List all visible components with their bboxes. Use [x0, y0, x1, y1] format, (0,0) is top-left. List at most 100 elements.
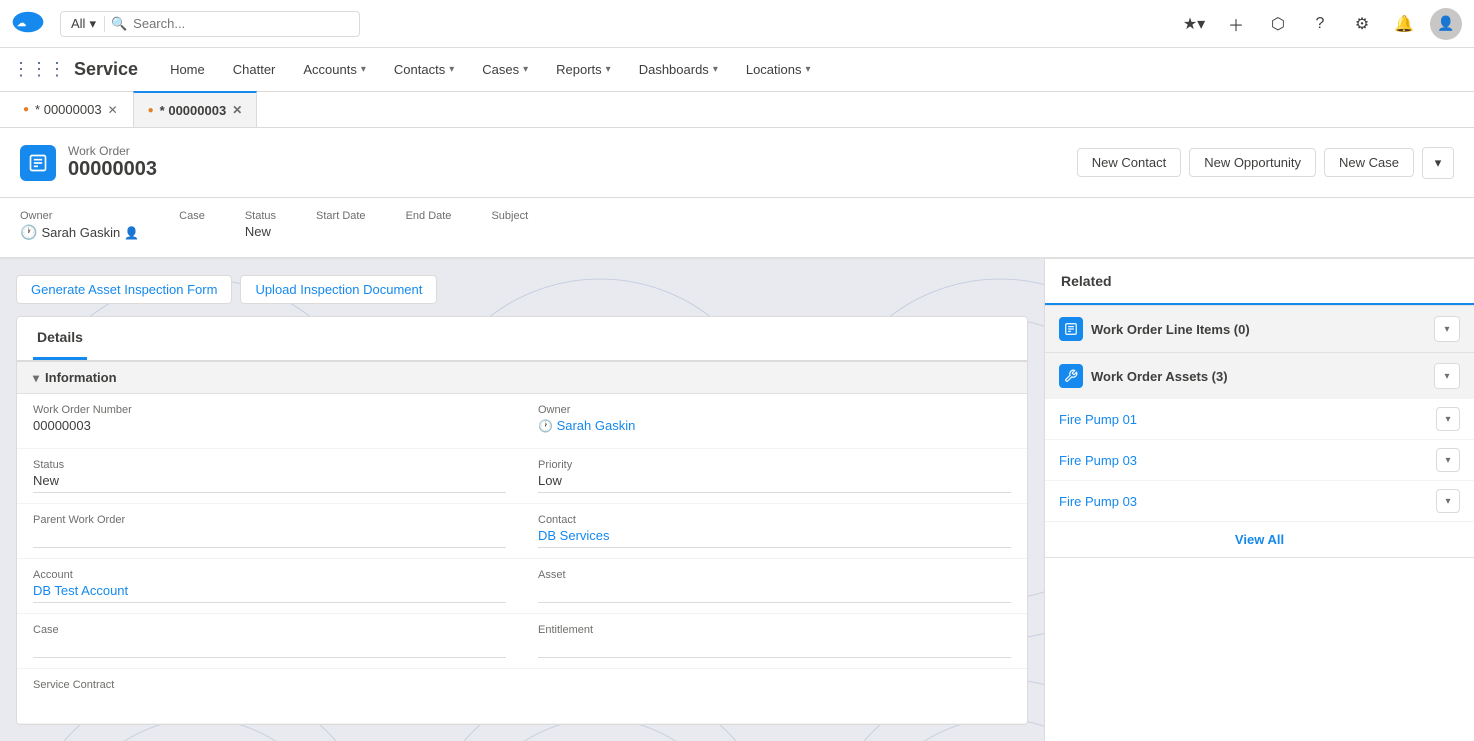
search-type-selector[interactable]: All ▾: [71, 16, 105, 32]
search-type-label: All: [71, 16, 85, 31]
action-buttons-row: Generate Asset Inspection Form Upload In…: [16, 275, 1028, 304]
owner-link[interactable]: Sarah Gaskin: [41, 225, 120, 240]
setup-gear-icon[interactable]: ⚙: [1346, 8, 1378, 40]
related-assets-header[interactable]: Work Order Assets (3) ▾: [1045, 353, 1474, 399]
related-header-container: Related: [1045, 259, 1474, 306]
asset-link-1[interactable]: Fire Pump 03: [1059, 453, 1137, 468]
nav-item-chatter[interactable]: Chatter: [221, 48, 288, 92]
case-label: Case: [179, 210, 205, 222]
search-input[interactable]: [133, 16, 349, 31]
assets-label: Work Order Assets (3): [1091, 369, 1228, 384]
start-date-label: Start Date: [316, 210, 366, 222]
search-type-chevron[interactable]: ▾: [89, 16, 96, 32]
detail-account-label: Account: [33, 569, 506, 581]
section-toggle[interactable]: ▾: [33, 371, 39, 385]
asset-link-0[interactable]: Fire Pump 01: [1059, 412, 1137, 427]
owner-change-icon[interactable]: 👤: [124, 226, 139, 240]
line-items-dropdown[interactable]: ▾: [1434, 316, 1460, 342]
detail-account-value[interactable]: DB Test Account: [33, 583, 506, 603]
detail-status-value[interactable]: New: [33, 473, 506, 493]
field-status: Status New: [245, 210, 276, 241]
details-tabs-bar: Details: [17, 317, 1027, 362]
assets-dropdown[interactable]: ▾: [1434, 363, 1460, 389]
reports-chevron: ▾: [606, 64, 611, 75]
detail-owner-label: Owner: [538, 404, 1011, 416]
nav-item-cases[interactable]: Cases ▾: [470, 48, 540, 92]
salesforce-logo[interactable]: ☁: [12, 6, 44, 41]
detail-parent-wo-value[interactable]: [33, 528, 506, 548]
detail-empty-right: [522, 669, 1027, 724]
tab-label-2: * 00000003: [160, 103, 227, 118]
detail-asset-value[interactable]: [538, 583, 1011, 603]
notifications-icon[interactable]: 🔔: [1388, 8, 1420, 40]
nav-item-home[interactable]: Home: [158, 48, 217, 92]
app-name: Service: [74, 59, 138, 80]
add-icon[interactable]: ＋: [1220, 8, 1252, 40]
new-contact-button[interactable]: New Contact: [1077, 148, 1181, 177]
tab-wo-2[interactable]: ● * 00000003 ✕: [133, 91, 258, 127]
app-navigation: ⋮⋮⋮ Service Home Chatter Accounts ▾ Cont…: [0, 48, 1474, 92]
nav-item-reports[interactable]: Reports ▾: [544, 48, 623, 92]
tab-close-2[interactable]: ✕: [232, 103, 242, 117]
asset-item-dropdown-1[interactable]: ▾: [1436, 448, 1460, 472]
cases-chevron: ▾: [523, 64, 528, 75]
user-avatar[interactable]: 👤: [1430, 8, 1462, 40]
tab-modified-dot-2: ●: [148, 105, 154, 116]
search-icon: 🔍: [111, 16, 127, 32]
owner-icon-small: 🕐: [538, 419, 553, 433]
tab-wo-1[interactable]: ● * 00000003 ✕: [8, 91, 133, 127]
detail-entitlement-value[interactable]: [538, 638, 1011, 658]
generate-form-button[interactable]: Generate Asset Inspection Form: [16, 275, 232, 304]
detail-wo-number-value: 00000003: [33, 418, 506, 438]
detail-priority-label: Priority: [538, 459, 1011, 471]
detail-sc-label: Service Contract: [33, 679, 506, 691]
tab-details[interactable]: Details: [33, 317, 87, 360]
detail-contact: Contact DB Services ✎: [522, 504, 1027, 559]
asset-item-2: Fire Pump 03 ▾: [1045, 481, 1474, 522]
asset-item-dropdown-0[interactable]: ▾: [1436, 407, 1460, 431]
detail-contact-value[interactable]: DB Services: [538, 528, 1011, 548]
end-date-label: End Date: [406, 210, 452, 222]
wo-title-group: Work Order 00000003: [68, 144, 157, 181]
detail-asset-label: Asset: [538, 569, 1011, 581]
detail-asset: Asset ✎: [522, 559, 1027, 614]
dashboards-chevron: ▾: [713, 64, 718, 75]
line-items-label: Work Order Line Items (0): [1091, 322, 1250, 337]
help-icon[interactable]: ?: [1304, 8, 1336, 40]
upload-doc-button[interactable]: Upload Inspection Document: [240, 275, 437, 304]
detail-service-contract: Service Contract: [17, 669, 522, 724]
line-items-icon: [1059, 317, 1083, 341]
detail-parent-wo: Parent Work Order ✎: [17, 504, 522, 559]
setup-switcher-icon[interactable]: ⬡: [1262, 8, 1294, 40]
top-navigation: ☁ All ▾ 🔍 ★▾ ＋ ⬡ ? ⚙ 🔔 👤: [0, 0, 1474, 48]
detail-owner-value[interactable]: 🕐 Sarah Gaskin: [538, 418, 1011, 438]
new-opportunity-button[interactable]: New Opportunity: [1189, 148, 1316, 177]
related-tab[interactable]: Related: [1045, 259, 1474, 305]
field-owner: Owner 🕐 Sarah Gaskin 👤: [20, 210, 139, 241]
header-more-actions-button[interactable]: ▾: [1422, 147, 1454, 179]
nav-item-contacts[interactable]: Contacts ▾: [382, 48, 466, 92]
detail-sc-value: [33, 693, 506, 713]
status-value: New: [245, 224, 276, 239]
work-order-icon: [20, 145, 56, 181]
view-all-assets[interactable]: View All: [1045, 522, 1474, 557]
asset-item-dropdown-2[interactable]: ▾: [1436, 489, 1460, 513]
nav-item-accounts[interactable]: Accounts ▾: [291, 48, 378, 92]
tab-close-1[interactable]: ✕: [108, 103, 118, 117]
new-case-button[interactable]: New Case: [1324, 148, 1414, 177]
nav-item-dashboards[interactable]: Dashboards ▾: [627, 48, 730, 92]
nav-item-locations[interactable]: Locations ▾: [734, 48, 823, 92]
favorites-icon[interactable]: ★▾: [1178, 8, 1210, 40]
tab-modified-dot-1: ●: [23, 104, 29, 115]
related-line-items-header[interactable]: Work Order Line Items (0) ▾: [1045, 306, 1474, 352]
related-line-items-left: Work Order Line Items (0): [1059, 317, 1250, 341]
detail-priority-value[interactable]: Low: [538, 473, 1011, 493]
right-panel: Related Work Order Line Items (0) ▾: [1044, 259, 1474, 741]
detail-wo-number-label: Work Order Number: [33, 404, 506, 416]
global-search-bar[interactable]: All ▾ 🔍: [60, 11, 360, 37]
detail-case-value[interactable]: [33, 638, 506, 658]
app-launcher-icon[interactable]: ⋮⋮⋮: [12, 59, 66, 80]
contacts-chevron: ▾: [449, 64, 454, 75]
tab-label-1: * 00000003: [35, 102, 102, 117]
asset-link-2[interactable]: Fire Pump 03: [1059, 494, 1137, 509]
